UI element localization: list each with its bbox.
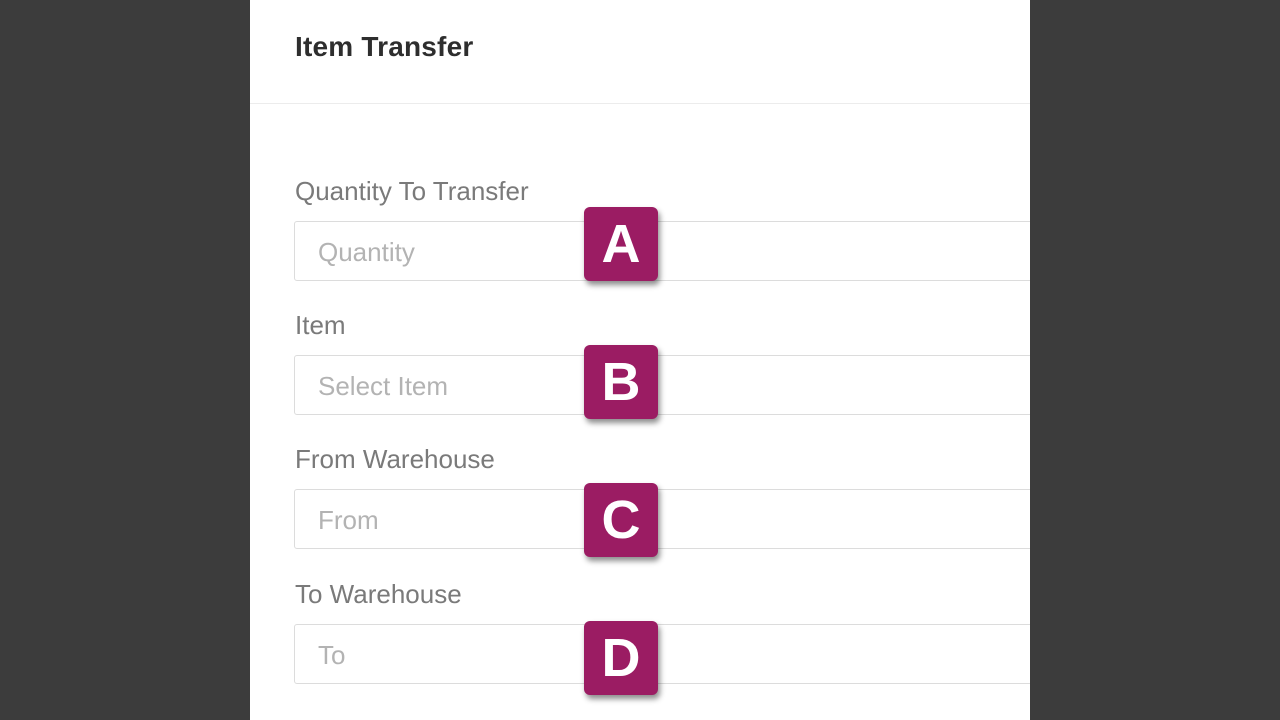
to-warehouse-input[interactable]: To xyxy=(294,624,1030,684)
quantity-label: Quantity To Transfer xyxy=(295,176,529,206)
marker-c: C xyxy=(584,483,658,557)
item-placeholder: Select Item xyxy=(318,371,449,401)
item-label: Item xyxy=(295,310,346,340)
from-warehouse-input[interactable]: From xyxy=(294,489,1030,549)
item-select[interactable]: Select Item xyxy=(294,355,1030,415)
marker-b: B xyxy=(584,345,658,419)
from-warehouse-placeholder: From xyxy=(318,505,379,535)
panel-title: Item Transfer xyxy=(295,31,474,62)
quantity-input[interactable]: Quantity xyxy=(294,221,1030,281)
to-warehouse-placeholder: To xyxy=(318,640,346,670)
marker-a: A xyxy=(584,207,658,281)
to-warehouse-label: To Warehouse xyxy=(295,579,462,609)
quantity-placeholder: Quantity xyxy=(318,237,415,267)
from-warehouse-label: From Warehouse xyxy=(295,444,495,474)
panel-header: Item Transfer xyxy=(250,0,1030,104)
marker-d: D xyxy=(584,621,658,695)
